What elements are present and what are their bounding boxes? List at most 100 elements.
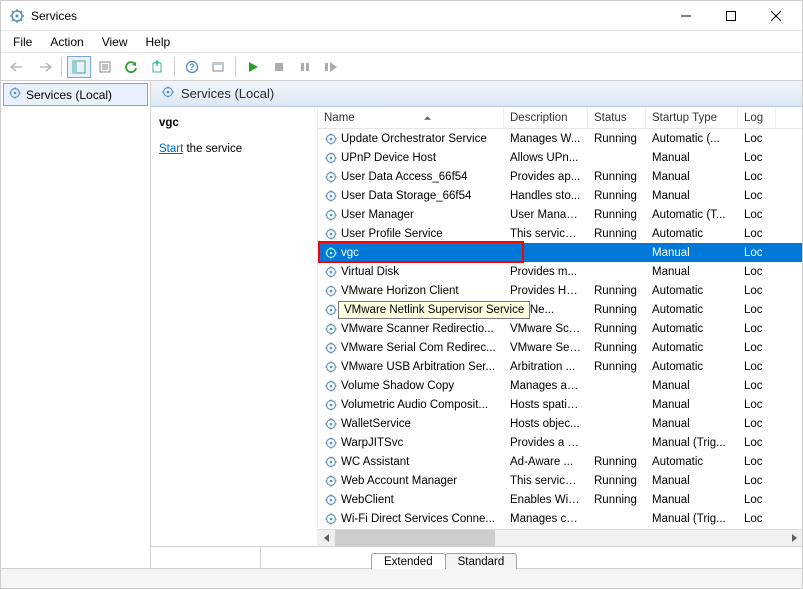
maximize-button[interactable] <box>708 2 753 30</box>
service-name: Update Orchestrator Service <box>341 133 487 145</box>
minimize-button[interactable] <box>663 2 708 30</box>
service-description: Hosts spatia... <box>504 399 588 411</box>
menu-action[interactable]: Action <box>42 33 91 51</box>
gear-icon <box>324 227 338 241</box>
service-name: Wi-Fi Direct Services Conne... <box>341 513 495 525</box>
back-button[interactable] <box>6 56 30 78</box>
service-startup: Manual <box>646 152 738 164</box>
table-row[interactable]: VMware USB Arbitration Ser...Arbitration… <box>318 357 802 376</box>
service-name: VMware Serial Com Redirec... <box>341 342 496 354</box>
tree-root-item[interactable]: Services (Local) <box>3 83 148 106</box>
table-row[interactable]: VMware Serial Com Redirec...VMware Ser..… <box>318 338 802 357</box>
horizontal-scrollbar[interactable] <box>318 529 802 546</box>
stop-service-button[interactable] <box>267 56 291 78</box>
table-row[interactable]: Virtual DiskProvides m...ManualLoc <box>318 262 802 281</box>
gear-icon <box>324 208 338 222</box>
restart-service-button[interactable] <box>319 56 343 78</box>
service-status: Running <box>588 133 646 145</box>
column-name[interactable]: Name <box>318 107 504 128</box>
table-row[interactable]: WarpJITSvcProvides a JI...Manual (Trig..… <box>318 433 802 452</box>
service-startup: Manual <box>646 247 738 259</box>
table-row[interactable]: VMware Horizon ClientProvides Ho...Runni… <box>318 281 802 300</box>
service-name: WebClient <box>341 494 394 506</box>
gear-icon <box>324 170 338 184</box>
service-name: User Profile Service <box>341 228 443 240</box>
service-logon: Loc <box>738 475 776 487</box>
service-name: User Data Access_66f54 <box>341 171 468 183</box>
service-logon: Loc <box>738 380 776 392</box>
tooltip: VMware Netlink Supervisor Service <box>338 301 530 319</box>
service-description: This service ... <box>504 475 588 487</box>
sort-asc-icon <box>424 116 431 120</box>
service-status: Running <box>588 342 646 354</box>
tab-extended[interactable]: Extended <box>371 553 446 569</box>
service-name: User Data Storage_66f54 <box>341 190 471 202</box>
scroll-left-button[interactable] <box>318 530 335 547</box>
scroll-thumb[interactable] <box>335 530 495 547</box>
service-startup: Manual <box>646 418 738 430</box>
table-row[interactable]: WalletServiceHosts objec...ManualLoc <box>318 414 802 433</box>
column-status[interactable]: Status <box>588 107 646 128</box>
table-row[interactable]: User Data Storage_66f54Handles sto...Run… <box>318 186 802 205</box>
table-row[interactable]: Update Orchestrator ServiceManages W...R… <box>318 129 802 148</box>
service-rows: Update Orchestrator ServiceManages W...R… <box>318 129 802 529</box>
column-startup[interactable]: Startup Type <box>646 107 738 128</box>
table-row[interactable]: User ManagerUser Manag...RunningAutomati… <box>318 205 802 224</box>
table-row[interactable]: UPnP Device HostAllows UPn...ManualLoc <box>318 148 802 167</box>
gear-icon <box>324 379 338 393</box>
content-body: vgc Start the service Name Description S… <box>151 107 802 546</box>
gear-icon <box>161 85 175 102</box>
start-link[interactable]: Start <box>159 143 183 155</box>
gear-icon <box>324 246 338 260</box>
service-logon: Loc <box>738 266 776 278</box>
table-row[interactable]: Volume Shadow CopyManages an...ManualLoc <box>318 376 802 395</box>
menu-file[interactable]: File <box>5 33 40 51</box>
tab-standard[interactable]: Standard <box>445 553 518 569</box>
window-controls <box>663 2 798 30</box>
service-description: Handles sto... <box>504 190 588 202</box>
menu-help[interactable]: Help <box>138 33 179 51</box>
show-hide-tree-button[interactable] <box>67 56 91 78</box>
export-button[interactable] <box>145 56 169 78</box>
toolbar-icon[interactable] <box>206 56 230 78</box>
window-title: Services <box>31 9 663 23</box>
gear-icon <box>324 189 338 203</box>
table-row[interactable]: Volumetric Audio Composit...Hosts spatia… <box>318 395 802 414</box>
pause-service-button[interactable] <box>293 56 317 78</box>
service-startup: Automatic <box>646 456 738 468</box>
service-startup: Manual (Trig... <box>646 437 738 449</box>
service-logon: Loc <box>738 323 776 335</box>
menu-view[interactable]: View <box>94 33 136 51</box>
service-status: Running <box>588 228 646 240</box>
table-row[interactable]: VMware Scanner Redirectio...VMware Sca..… <box>318 319 802 338</box>
table-row[interactable]: Wi-Fi Direct Services Conne...Manages co… <box>318 509 802 528</box>
service-description: Arbitration ... <box>504 361 588 373</box>
column-logon[interactable]: Log <box>738 107 776 128</box>
table-row[interactable]: WC AssistantAd-Aware ...RunningAutomatic… <box>318 452 802 471</box>
service-name: VMware Horizon Client <box>341 285 459 297</box>
scroll-right-button[interactable] <box>785 530 802 547</box>
gear-icon <box>324 265 338 279</box>
column-description[interactable]: Description <box>504 107 588 128</box>
service-status: Running <box>588 361 646 373</box>
properties-button[interactable] <box>93 56 117 78</box>
service-logon: Loc <box>738 228 776 240</box>
refresh-button[interactable] <box>119 56 143 78</box>
table-row[interactable]: User Data Access_66f54Provides ap...Runn… <box>318 167 802 186</box>
service-name: User Manager <box>341 209 414 221</box>
service-logon: Loc <box>738 399 776 411</box>
column-name-label: Name <box>324 112 355 124</box>
table-row[interactable]: vgcManualLoc <box>318 243 802 262</box>
help-button[interactable]: ? <box>180 56 204 78</box>
service-status: Running <box>588 171 646 183</box>
start-service-button[interactable] <box>241 56 265 78</box>
forward-button[interactable] <box>32 56 56 78</box>
gear-icon <box>324 512 338 526</box>
service-status: Running <box>588 456 646 468</box>
table-row[interactable]: WebClientEnables Win...RunningManualLoc <box>318 490 802 509</box>
table-row[interactable]: User Profile ServiceThis service ...Runn… <box>318 224 802 243</box>
gear-icon <box>324 132 338 146</box>
table-row[interactable]: Web Account ManagerThis service ...Runni… <box>318 471 802 490</box>
close-button[interactable] <box>753 2 798 30</box>
service-logon: Loc <box>738 361 776 373</box>
